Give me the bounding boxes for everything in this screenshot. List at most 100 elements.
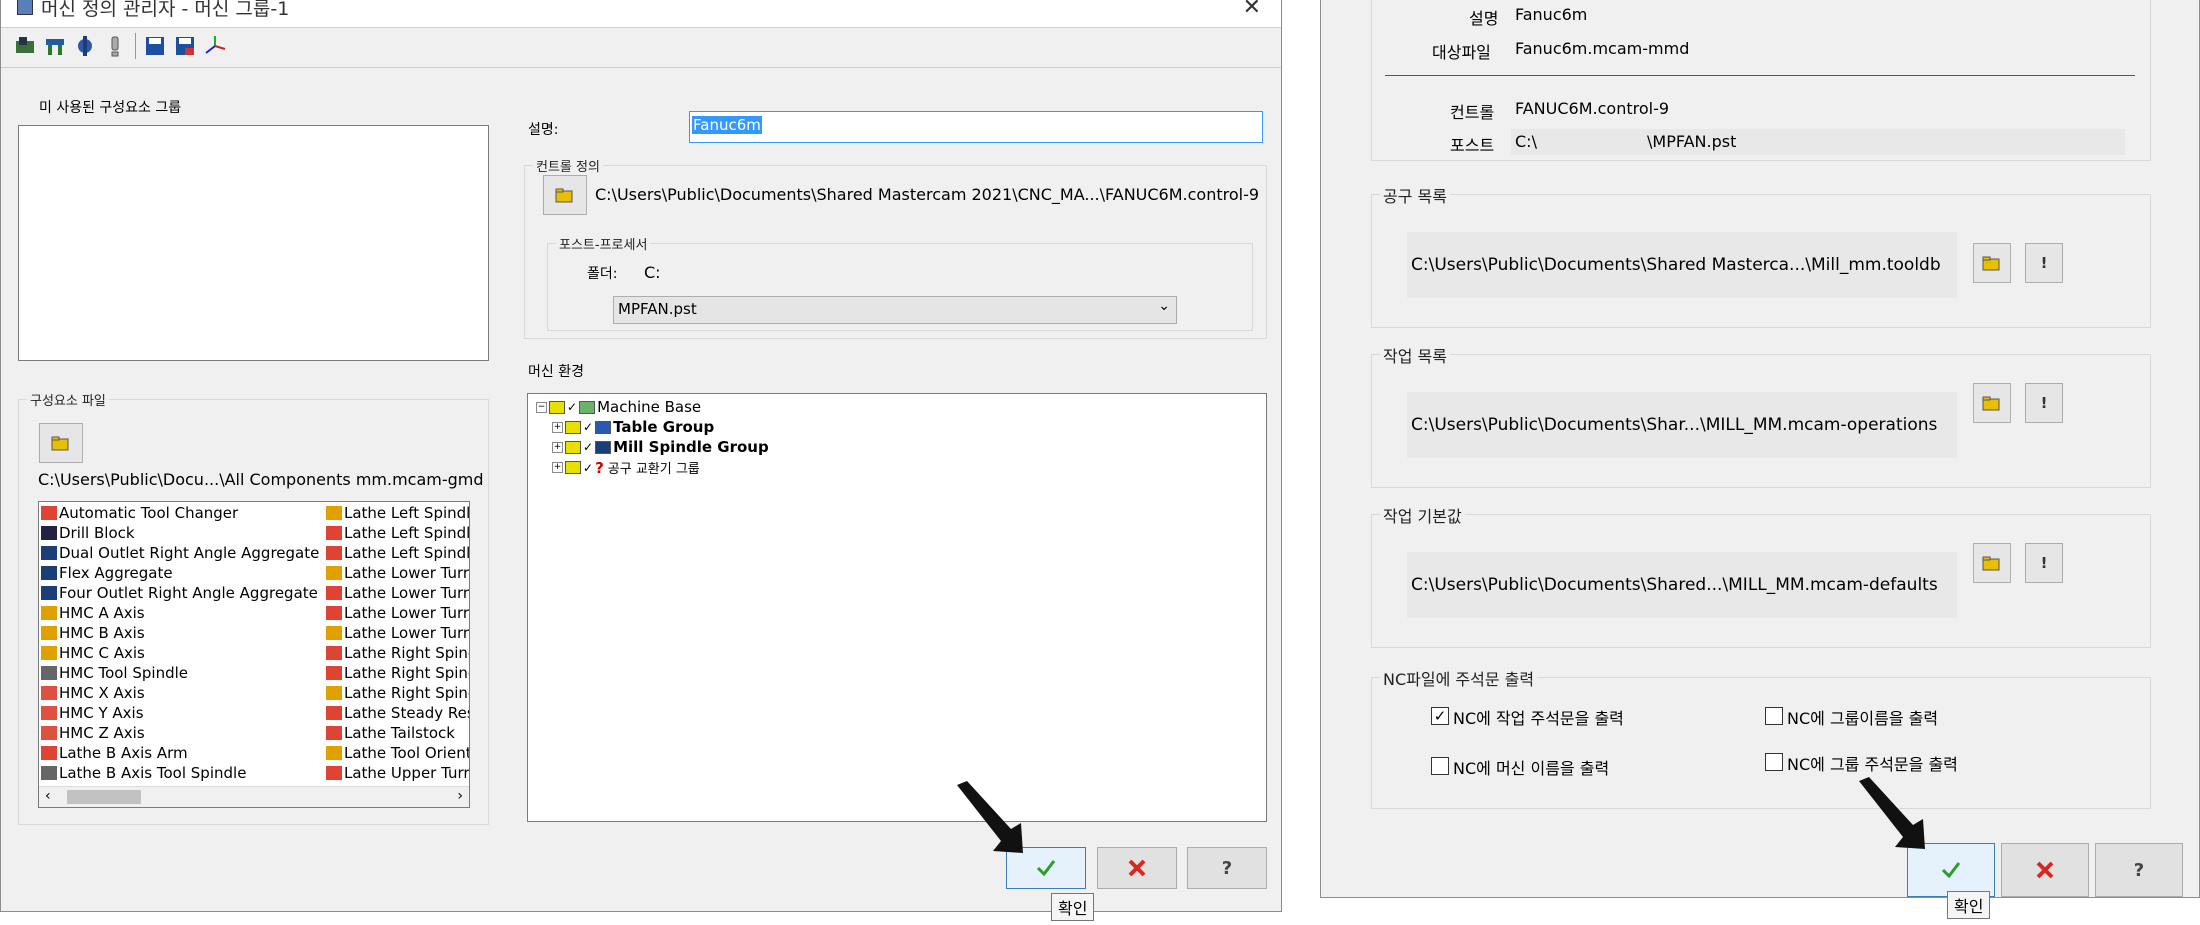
save-as-icon[interactable]	[173, 33, 197, 59]
component-item[interactable]: Lathe Upper Turr	[326, 764, 469, 782]
tree-item-table-group[interactable]: + ✓ Table Group	[552, 418, 714, 436]
op-list-info-button[interactable]: !	[2025, 383, 2063, 423]
open-tool-list-button[interactable]	[1973, 243, 2011, 283]
post-select[interactable]: MPFAN.pst ⌄	[613, 296, 1177, 324]
component-icon	[41, 626, 57, 640]
machine-env-label: 머신 환경	[528, 364, 584, 380]
cancel-button[interactable]	[2001, 843, 2089, 897]
component-item[interactable]: Lathe Right Spinc	[326, 644, 469, 662]
folder-open-icon	[51, 436, 69, 451]
component-item[interactable]: Automatic Tool Changer	[41, 504, 238, 522]
component-item[interactable]: Lathe Left Spindle	[326, 504, 469, 522]
checkbox-label: NC에 그룹이름을 출력	[1787, 709, 1939, 728]
component-item[interactable]: Drill Block	[41, 524, 135, 542]
check-icon: ✓	[583, 440, 594, 454]
component-icon	[41, 566, 57, 580]
component-icon[interactable]	[73, 33, 97, 59]
scroll-thumb[interactable]	[67, 790, 141, 804]
expand-icon[interactable]: +	[552, 421, 563, 433]
component-label: Lathe Right Spinc	[344, 664, 470, 682]
open-op-default-button[interactable]	[1973, 543, 2011, 583]
component-item[interactable]: Lathe Left Spindle	[326, 524, 469, 542]
open-component-file-button[interactable]	[39, 423, 83, 463]
check-icon: ✓	[567, 400, 578, 414]
description-label: 설명:	[528, 122, 559, 138]
collapse-icon[interactable]: −	[536, 401, 547, 413]
close-icon[interactable]: ✕	[1243, 0, 1261, 20]
component-label: HMC C Axis	[59, 644, 145, 662]
table-icon	[595, 420, 612, 434]
component-item[interactable]: Dual Outlet Right Angle Aggregate	[41, 544, 319, 562]
component-item[interactable]: Lathe Lower Turr	[326, 584, 469, 602]
folder-value: C:	[644, 263, 661, 282]
component-item[interactable]: Lathe Right Spinc	[326, 664, 470, 682]
post-value-prefix: C:\	[1515, 132, 1537, 151]
component-icon	[326, 726, 342, 740]
info-icon: !	[2040, 554, 2048, 572]
open-op-list-button[interactable]	[1973, 383, 2011, 423]
component-item[interactable]: Lathe Lower Turr	[326, 564, 469, 582]
machine-icon[interactable]	[13, 33, 37, 59]
component-item[interactable]: Flex Aggregate	[41, 564, 173, 582]
post-label: 포스트	[1450, 136, 1495, 155]
component-item[interactable]: Lathe Right Spinc	[326, 684, 469, 702]
component-item[interactable]: HMC C Axis	[41, 644, 145, 662]
component-icon	[41, 646, 57, 660]
component-item[interactable]: HMC X Axis	[41, 684, 145, 702]
ok-tooltip: 확인	[1051, 893, 1095, 921]
checkbox[interactable]: ✓	[1431, 707, 1449, 725]
help-button[interactable]: ?	[2095, 843, 2183, 897]
component-item[interactable]: Four Outlet Right Angle Aggregate	[41, 584, 318, 602]
nc-comment-group: NC파일에 주석문 출력	[1371, 666, 2151, 809]
checkbox[interactable]	[1431, 757, 1449, 775]
component-item[interactable]: Lathe B Axis Tool Spindle	[41, 764, 246, 782]
op-default-label: 작업 기본값	[1380, 503, 1465, 527]
component-item[interactable]: Lathe Left Spindle	[326, 544, 469, 562]
scroll-right-icon[interactable]: ›	[457, 788, 463, 804]
axis-icon[interactable]	[203, 33, 227, 59]
component-label: Drill Block	[59, 524, 135, 542]
folder-icon	[549, 400, 565, 414]
component-icon	[41, 726, 57, 740]
component-item[interactable]: Lathe Steady Rest	[326, 704, 469, 722]
open-control-button[interactable]	[543, 175, 587, 215]
component-item[interactable]: HMC Y Axis	[41, 704, 144, 722]
checkbox[interactable]	[1765, 753, 1783, 771]
scroll-left-icon[interactable]: ‹	[45, 788, 51, 804]
unused-components-list[interactable]	[18, 125, 489, 361]
control-label: 컨트롤	[1450, 103, 1495, 122]
component-list[interactable]: Automatic Tool Changer Drill Block Dual Ou…	[38, 501, 470, 808]
info-icon: !	[2040, 254, 2048, 272]
component-icon	[41, 766, 57, 780]
description-input[interactable]: Fanuc6m	[689, 111, 1263, 143]
component-item[interactable]: HMC Z Axis	[41, 724, 145, 742]
info-icon[interactable]	[103, 33, 127, 59]
folder-icon	[565, 461, 581, 474]
expand-icon[interactable]: +	[552, 441, 563, 453]
machine-env-tree[interactable]: − ✓ Machine Base + ✓ Table Group + ✓ Mil…	[527, 393, 1267, 822]
component-item[interactable]: Lathe Lower Turr	[326, 604, 469, 622]
tree-item-tool-changer[interactable]: + ✓ ? 공구 교환기 그룹	[552, 458, 700, 477]
app-icon	[17, 0, 33, 15]
help-icon: ?	[2133, 859, 2145, 881]
component-item[interactable]: HMC Tool Spindle	[41, 664, 188, 682]
spindle-icon[interactable]	[43, 33, 67, 59]
expand-icon[interactable]: +	[552, 462, 563, 473]
component-item[interactable]: HMC B Axis	[41, 624, 145, 642]
tree-root[interactable]: − ✓ Machine Base	[536, 398, 701, 416]
save-icon[interactable]	[143, 33, 167, 59]
cancel-button[interactable]	[1097, 847, 1177, 889]
component-item[interactable]: Lathe B Axis Arm	[41, 744, 188, 762]
component-item[interactable]: Lathe Lower Turr	[326, 624, 469, 642]
divider	[1385, 75, 2135, 76]
component-item[interactable]: Lathe Tool Orient	[326, 744, 469, 762]
checkbox[interactable]	[1765, 707, 1783, 725]
tree-item-mill-spindle[interactable]: + ✓ Mill Spindle Group	[552, 438, 769, 456]
horizontal-scrollbar[interactable]: ‹ ›	[39, 786, 469, 807]
component-item[interactable]: HMC A Axis	[41, 604, 145, 622]
help-button[interactable]: ?	[1187, 847, 1267, 889]
op-default-info-button[interactable]: !	[2025, 543, 2063, 583]
component-label: Dual Outlet Right Angle Aggregate	[59, 544, 320, 562]
component-item[interactable]: Lathe Tailstock	[326, 724, 455, 742]
tool-list-info-button[interactable]: !	[2025, 243, 2063, 283]
